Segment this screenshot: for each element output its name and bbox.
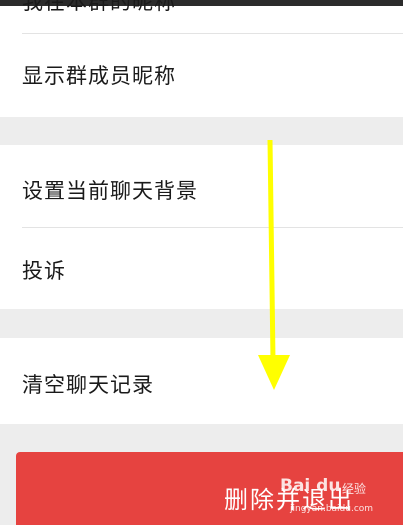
baidu-watermark: Bai du 经验 jingyan.baidu.com — [280, 470, 390, 520]
settings-group-3: 清空聊天记录 — [0, 338, 403, 424]
chat-settings-screen: 我在本群的昵称 显示群成员昵称 设置当前聊天背景 投诉 清空聊天记录 删除并退出… — [0, 0, 403, 525]
settings-group-1: 我在本群的昵称 显示群成员昵称 — [0, 0, 403, 117]
settings-item-label: 清空聊天记录 — [22, 373, 154, 397]
settings-item-chat-background[interactable]: 设置当前聊天背景 — [0, 145, 403, 227]
arrow-shaft — [267, 140, 276, 361]
settings-item-label: 设置当前聊天背景 — [22, 179, 198, 203]
settings-item-label: 显示群成员昵称 — [22, 64, 176, 88]
arrow-head — [258, 355, 290, 390]
settings-group-2: 设置当前聊天背景 投诉 — [0, 145, 403, 309]
settings-item-label: 投诉 — [22, 259, 66, 283]
watermark-url: jingyan.baidu.com — [290, 504, 374, 514]
settings-item-clear-history[interactable]: 清空聊天记录 — [0, 338, 403, 424]
settings-item-show-member-nickname[interactable]: 显示群成员昵称 — [0, 34, 403, 117]
settings-item-complain[interactable]: 投诉 — [0, 228, 403, 309]
watermark-sub: 经验 — [342, 482, 367, 496]
down-arrow-icon — [258, 140, 290, 390]
settings-item-partial[interactable]: 我在本群的昵称 — [22, 0, 176, 16]
watermark-logo: Bai du — [280, 476, 341, 496]
